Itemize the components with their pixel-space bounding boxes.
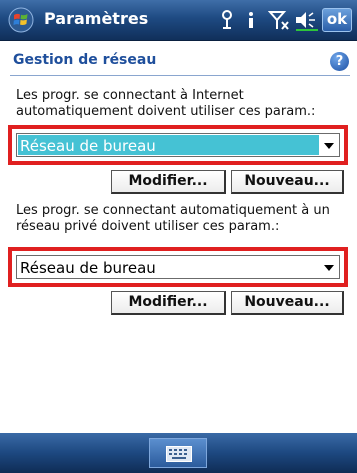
private-modify-button[interactable]: Modifier... bbox=[111, 291, 226, 315]
title-bar: Paramètres ok bbox=[0, 0, 357, 41]
connectivity-icon[interactable] bbox=[216, 8, 238, 32]
private-network-value: Réseau de bureau bbox=[20, 259, 156, 277]
chevron-down-icon[interactable] bbox=[319, 256, 339, 278]
windows-start-icon[interactable] bbox=[8, 7, 34, 33]
signal-icon[interactable] bbox=[268, 8, 290, 32]
info-icon[interactable] bbox=[240, 8, 262, 32]
section-divider bbox=[10, 75, 350, 76]
internet-network-dropdown[interactable]: Réseau de bureau bbox=[16, 133, 340, 157]
internet-description: Les progr. se connectant à Internet auto… bbox=[16, 88, 316, 119]
private-description: Les progr. se connectant automatiquement… bbox=[16, 203, 330, 234]
internet-network-highlight: Réseau de bureau bbox=[8, 125, 348, 165]
volume-icon[interactable] bbox=[293, 8, 319, 32]
chevron-down-icon[interactable] bbox=[319, 134, 339, 156]
internet-modify-button[interactable]: Modifier... bbox=[111, 170, 226, 194]
help-icon[interactable]: ? bbox=[330, 52, 349, 71]
private-new-button[interactable]: Nouveau... bbox=[231, 291, 344, 315]
keyboard-icon bbox=[166, 446, 192, 462]
app-title: Paramètres bbox=[44, 9, 149, 28]
private-network-highlight: Réseau de bureau bbox=[8, 247, 348, 287]
internet-new-button[interactable]: Nouveau... bbox=[231, 170, 344, 194]
private-network-dropdown[interactable]: Réseau de bureau bbox=[16, 255, 340, 279]
section-header: Gestion de réseau ? bbox=[0, 48, 357, 74]
internet-network-value: Réseau de bureau bbox=[20, 137, 156, 155]
keyboard-button[interactable] bbox=[149, 438, 207, 468]
page-title: Gestion de réseau bbox=[13, 52, 157, 68]
bottom-menu-bar bbox=[0, 433, 357, 473]
ok-button[interactable]: ok bbox=[322, 8, 352, 32]
